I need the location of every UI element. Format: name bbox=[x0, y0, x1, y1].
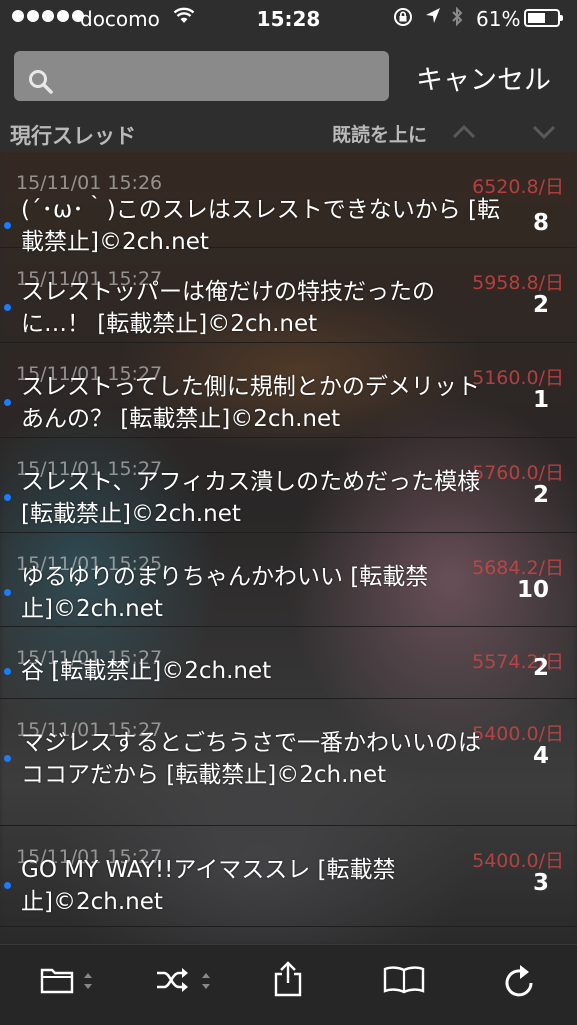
rotation-lock-icon bbox=[392, 6, 414, 33]
updown-icon bbox=[84, 969, 92, 997]
search-input[interactable] bbox=[14, 51, 389, 101]
refresh-icon[interactable] bbox=[502, 963, 538, 1003]
thread-row[interactable]: 15/11/01 15:27 5400.0/日 GO MY WAY!!アイマスス… bbox=[0, 826, 577, 927]
chevron-down-icon[interactable] bbox=[532, 124, 556, 144]
thread-row[interactable]: 15/11/01 15:25 5684.2/日 ゆるゆりのまりちゃんかわいい [… bbox=[0, 533, 577, 627]
sort-read-first-button[interactable]: 既読を上に bbox=[332, 120, 427, 147]
thread-count: 2 bbox=[532, 292, 549, 318]
section-header: 現行スレッド 既読を上に bbox=[0, 112, 577, 152]
thread-count: 10 bbox=[516, 577, 549, 603]
book-icon[interactable] bbox=[382, 965, 426, 1005]
thread-title: スレストッパーは俺だけの特技だったのに…！ [転載禁止]©2ch.net bbox=[21, 279, 435, 337]
thread-row[interactable]: 15/11/01 15:27 5958.8/日 スレストッパーは俺だけの特技だっ… bbox=[0, 248, 577, 343]
unread-dot bbox=[4, 222, 11, 229]
thread-count: 1 bbox=[532, 387, 549, 413]
thread-count: 2 bbox=[532, 655, 549, 681]
thread-title: 谷 [転載禁止]©2ch.net bbox=[21, 658, 272, 684]
status-bar: docomo 15:28 61% bbox=[0, 0, 577, 40]
thread-title: GO MY WAY!!アイマススレ [転載禁止]©2ch.net bbox=[21, 857, 396, 915]
thread-row[interactable]: 15/11/01 15:26 6520.8/日 (´･ω･｀)このスレはスレスト… bbox=[0, 152, 577, 255]
thread-row[interactable]: 15/11/01 15:27 5574.2/日 谷 [転載禁止]©2ch.net… bbox=[0, 627, 577, 699]
unread-dot bbox=[4, 494, 11, 501]
thread-title: スレスト、アフィカス潰しのためだった模様 [転載禁止]©2ch.net bbox=[21, 469, 481, 527]
cancel-button[interactable]: キャンセル bbox=[416, 58, 551, 97]
thread-row[interactable]: 15/11/01 15:27 5400.0/日 マジレスするとごちうさで一番かわ… bbox=[0, 699, 577, 826]
unread-dot bbox=[4, 589, 11, 596]
thread-count: 2 bbox=[532, 482, 549, 508]
battery-icon bbox=[524, 9, 563, 27]
location-icon bbox=[424, 6, 442, 31]
unread-dot bbox=[4, 668, 11, 675]
unread-dot bbox=[4, 399, 11, 406]
shuffle-icon[interactable] bbox=[155, 965, 191, 1005]
updown-icon bbox=[202, 969, 210, 997]
thread-count: 3 bbox=[532, 870, 549, 896]
thread-title: スレストってした側に規制とかのデメリットあんの？ [転載禁止]©2ch.net bbox=[21, 374, 480, 432]
share-icon[interactable] bbox=[272, 961, 304, 1001]
thread-title: ゆるゆりのまりちゃんかわいい [転載禁止]©2ch.net bbox=[21, 564, 429, 622]
folder-icon[interactable] bbox=[40, 965, 74, 1005]
thread-date: 15/11/01 15:26 bbox=[16, 172, 163, 194]
chevron-up-icon[interactable] bbox=[452, 124, 476, 144]
search-bar: キャンセル bbox=[0, 40, 577, 112]
battery-percent: 61% bbox=[476, 7, 521, 31]
thread-row[interactable]: 15/11/01 15:27 5160.0/日 スレストってした側に規制とかのデ… bbox=[0, 343, 577, 438]
section-title: 現行スレッド bbox=[10, 124, 136, 148]
thread-count: 8 bbox=[532, 210, 549, 236]
bottom-toolbar bbox=[0, 944, 577, 1025]
unread-dot bbox=[4, 882, 11, 889]
thread-row[interactable]: 15/11/01 15:27 5760.0/日 スレスト、アフィカス潰しのためだ… bbox=[0, 438, 577, 533]
search-icon bbox=[28, 64, 54, 114]
unread-dot bbox=[4, 755, 11, 762]
thread-count: 4 bbox=[532, 743, 549, 769]
thread-title: マジレスするとごちうさで一番かわいいのはココアだから [転載禁止]©2ch.ne… bbox=[21, 730, 481, 788]
unread-dot bbox=[4, 304, 11, 311]
bluetooth-icon bbox=[450, 6, 464, 33]
thread-list: 15/11/01 15:26 6520.8/日 (´･ω･｀)このスレはスレスト… bbox=[0, 152, 577, 944]
